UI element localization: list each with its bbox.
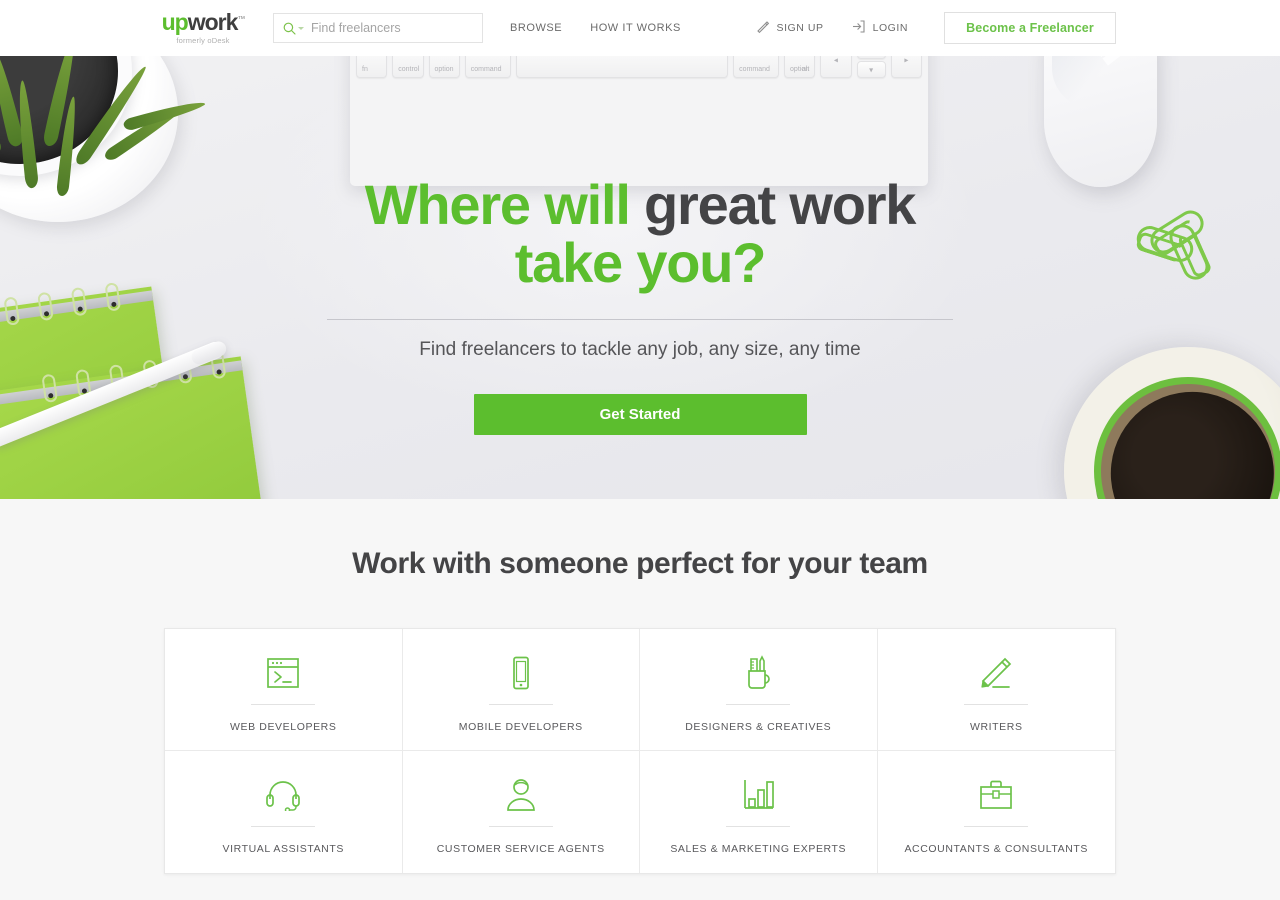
logo-trademark: ™ <box>237 14 245 24</box>
logo-up-text: up <box>161 9 189 36</box>
category-label: WEB DEVELOPERS <box>230 721 337 733</box>
category-sales-marketing-experts[interactable]: SALES & MARKETING EXPERTS <box>640 751 878 873</box>
category-label: CUSTOMER SERVICE AGENTS <box>436 843 605 855</box>
category-divider <box>964 826 1029 827</box>
chevron-down-icon[interactable] <box>298 26 304 30</box>
logo-wordmark: upwork™ <box>161 9 246 36</box>
primary-nav: BROWSE HOW IT WORKS <box>510 22 681 34</box>
site-header: upwork™ formerly oDesk BROWSE HOW IT WOR… <box>0 0 1280 56</box>
category-divider <box>251 704 316 705</box>
category-customer-service-agents[interactable]: CUSTOMER SERVICE AGENTS <box>403 751 640 873</box>
hero-headline-line1-dark: great work <box>644 173 916 236</box>
category-label: MOBILE DEVELOPERS <box>458 721 583 733</box>
category-divider <box>488 704 553 705</box>
category-label: WRITERS <box>969 721 1023 733</box>
category-divider <box>964 704 1029 705</box>
become-a-freelancer-button[interactable]: Become a Freelancer <box>944 12 1116 44</box>
category-virtual-assistants[interactable]: VIRTUAL ASSISTANTS <box>165 751 403 873</box>
login-link[interactable]: LOGIN <box>851 19 908 37</box>
categories-title: Work with someone perfect for your team <box>352 547 928 580</box>
pencil-cup-icon <box>741 652 775 694</box>
sign-up-link[interactable]: SIGN UP <box>755 19 824 37</box>
category-divider <box>726 826 791 827</box>
category-divider <box>251 826 316 827</box>
logo-work-text: work <box>187 9 239 36</box>
category-designers-creatives[interactable]: DESIGNERS & CREATIVES <box>640 629 878 751</box>
hero-divider <box>327 319 953 321</box>
briefcase-icon <box>978 774 1014 816</box>
nav-item-how-it-works[interactable]: HOW IT WORKS <box>590 22 681 34</box>
category-divider <box>726 704 791 705</box>
category-web-developers[interactable]: WEB DEVELOPERS <box>165 629 403 751</box>
hero-section: shift Z X C V B N M , . / shift fn contr… <box>0 56 1280 499</box>
header-actions: SIGN UP LOGIN Become a Freelancer <box>755 12 1116 44</box>
terminal-window-icon <box>266 652 300 694</box>
search-box[interactable] <box>273 13 483 43</box>
categories-grid: WEB DEVELOPERS MOBILE DEVELOPERS DESIGNE… <box>164 628 1116 874</box>
logo-tagline: formerly oDesk <box>176 36 230 46</box>
pencil-icon <box>755 19 770 37</box>
login-arrow-icon <box>851 19 866 37</box>
category-label: SALES & MARKETING EXPERTS <box>670 843 847 855</box>
smartphone-icon <box>509 652 533 694</box>
pencil-icon <box>978 652 1014 694</box>
hero-subtitle: Find freelancers to tackle any job, any … <box>419 339 861 361</box>
sign-up-label: SIGN UP <box>776 22 824 34</box>
category-writers[interactable]: WRITERS <box>877 629 1115 751</box>
category-label: DESIGNERS & CREATIVES <box>685 721 832 733</box>
category-mobile-developers[interactable]: MOBILE DEVELOPERS <box>402 629 640 751</box>
login-label: LOGIN <box>872 22 908 34</box>
person-icon <box>505 774 537 816</box>
search-icon <box>283 22 296 35</box>
hero-headline-line2: take you? <box>514 230 767 294</box>
hero-content: Where will great work take you? Find fre… <box>0 56 1280 436</box>
bar-chart-icon <box>741 774 775 816</box>
headset-icon <box>264 774 302 816</box>
category-label: VIRTUAL ASSISTANTS <box>222 843 344 855</box>
category-accountants-consultants[interactable]: ACCOUNTANTS & CONSULTANTS <box>878 751 1116 873</box>
nav-item-browse[interactable]: BROWSE <box>510 22 562 34</box>
get-started-button[interactable]: Get Started <box>473 394 807 436</box>
search-input[interactable] <box>311 21 473 35</box>
categories-section: Work with someone perfect for your team … <box>0 499 1280 874</box>
category-label: ACCOUNTANTS & CONSULTANTS <box>904 843 1089 855</box>
hero-headline-line1-green: Where will <box>364 173 631 236</box>
hero-headline: Where will great work take you? <box>0 176 1280 291</box>
category-divider <box>488 826 553 827</box>
upwork-logo[interactable]: upwork™ formerly oDesk <box>161 9 246 46</box>
